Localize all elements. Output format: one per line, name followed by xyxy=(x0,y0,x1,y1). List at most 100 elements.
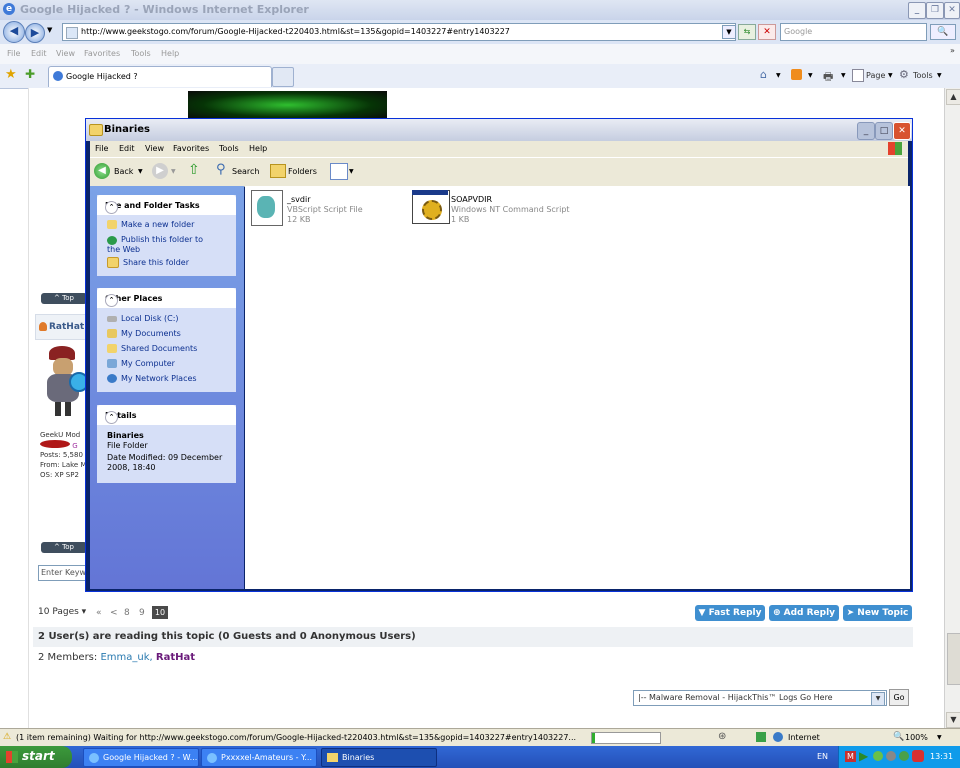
file-name-soapvdir[interactable]: SOAPVDIR xyxy=(451,195,492,204)
add-favorites-icon[interactable]: ✚ xyxy=(25,67,35,81)
tools-dropdown-icon[interactable]: ▼ xyxy=(937,72,942,79)
other-places-header[interactable]: Other Places ⌃ xyxy=(97,288,236,308)
history-dropdown-icon[interactable]: ▼ xyxy=(47,26,52,34)
back-icon[interactable]: ◀ xyxy=(3,21,25,43)
top-link[interactable]: ^ Top xyxy=(41,293,87,304)
task-binaries[interactable]: Binaries xyxy=(321,748,437,767)
file-name-svdir[interactable]: _svdir xyxy=(287,195,311,204)
home-dropdown-icon[interactable]: ▼ xyxy=(776,72,781,79)
explorer-menu-edit[interactable]: Edit xyxy=(119,144,135,153)
zoom-level[interactable]: 100% xyxy=(905,733,928,742)
forward-icon[interactable]: ▶ xyxy=(25,23,45,43)
menu-edit[interactable]: Edit xyxy=(31,49,47,58)
menu-tools[interactable]: Tools xyxy=(131,49,151,58)
page-prev[interactable]: < xyxy=(110,608,118,618)
menu-help[interactable]: Help xyxy=(161,49,179,58)
views-icon[interactable] xyxy=(330,163,348,180)
print-dropdown-icon[interactable]: ▼ xyxy=(841,72,846,79)
explorer-menu-file[interactable]: File xyxy=(95,144,108,153)
pages-dropdown[interactable]: 10 Pages ▾ xyxy=(38,607,86,617)
tray-status-icon[interactable] xyxy=(873,751,883,761)
feeds-icon[interactable] xyxy=(791,69,802,80)
tray-security-icon[interactable] xyxy=(899,751,909,761)
scroll-down-icon[interactable]: ▼ xyxy=(946,712,960,728)
new-tab-button[interactable] xyxy=(272,67,294,87)
home-icon[interactable]: ⌂ xyxy=(760,68,767,81)
tray-m-icon[interactable]: M xyxy=(845,751,856,762)
local-disk-link[interactable]: Local Disk (C:) xyxy=(107,314,179,323)
make-new-folder-link[interactable]: Make a new folder xyxy=(107,220,194,229)
member-rathat[interactable]: RatHat xyxy=(156,652,195,663)
explorer-menu-help[interactable]: Help xyxy=(249,144,267,153)
tray-play-icon[interactable]: ▶ xyxy=(859,749,868,763)
my-computer-link[interactable]: My Computer xyxy=(107,359,175,368)
menu-favorites[interactable]: Favorites xyxy=(84,49,120,58)
new-topic-button[interactable]: ➤ New Topic xyxy=(843,605,912,621)
menu-view[interactable]: View xyxy=(56,49,75,58)
zoom-dropdown-icon[interactable]: ▼ xyxy=(937,734,942,741)
address-bar[interactable]: http://www.geekstogo.com/forum/Google-Hi… xyxy=(62,23,736,41)
share-folder-link[interactable]: Share this folder xyxy=(107,257,189,268)
tray-antivirus-icon[interactable] xyxy=(912,750,924,762)
add-reply-button[interactable]: ⊕ Add Reply xyxy=(769,605,839,621)
task-google-hijacked[interactable]: Google Hijacked ? - W... xyxy=(83,748,199,767)
refresh-icon[interactable]: ⇆ xyxy=(738,24,756,40)
page-9[interactable]: 9 xyxy=(139,608,145,618)
scroll-up-icon[interactable]: ▲ xyxy=(946,89,960,105)
restore-button[interactable]: ❐ xyxy=(926,2,944,19)
search-go-icon[interactable]: 🔍 xyxy=(930,24,956,40)
chevron-right-icon[interactable]: » xyxy=(950,46,955,55)
language-indicator[interactable]: EN xyxy=(817,752,828,761)
member-emma[interactable]: Emma_uk, xyxy=(100,652,152,663)
page-8[interactable]: 8 xyxy=(124,608,130,618)
forward-dropdown-icon[interactable]: ▼ xyxy=(171,168,176,175)
collapse-chevron-icon[interactable]: ⌃ xyxy=(105,294,118,307)
back-dropdown-icon[interactable]: ▼ xyxy=(138,168,143,175)
page-scrollbar[interactable]: ▲ ▼ xyxy=(944,88,960,728)
scroll-thumb[interactable] xyxy=(947,633,960,685)
print-icon[interactable]: 🖶 xyxy=(823,68,833,87)
start-button[interactable]: start xyxy=(0,746,72,768)
tools-menu[interactable]: Tools xyxy=(913,71,933,80)
details-header[interactable]: Details ⌃ xyxy=(97,405,236,425)
page-menu[interactable]: Page xyxy=(866,71,885,80)
up-folder-icon[interactable]: ⇧ xyxy=(188,162,200,178)
explorer-menu-tools[interactable]: Tools xyxy=(219,144,239,153)
user-name[interactable]: RatHat xyxy=(49,322,84,332)
forward-arrow-icon[interactable]: ▶ xyxy=(152,163,168,179)
top-link-2[interactable]: ^ Top xyxy=(41,542,87,553)
close-button[interactable]: ✕ xyxy=(944,2,960,19)
address-dropdown-icon[interactable]: ▼ xyxy=(722,25,736,39)
task-yahoo[interactable]: Pxxxxel-Amateurs - Y... xyxy=(201,748,317,767)
tab-google-hijacked[interactable]: Google Hijacked ? xyxy=(48,66,272,87)
go-button[interactable]: Go xyxy=(889,689,909,706)
explorer-menu-view[interactable]: View xyxy=(145,144,164,153)
explorer-menu-favorites[interactable]: Favorites xyxy=(173,144,209,153)
vbscript-file-icon[interactable] xyxy=(251,190,283,226)
publish-folder-link[interactable]: Publish this folder to the Web xyxy=(107,235,217,255)
explorer-close-button[interactable]: ✕ xyxy=(893,122,911,140)
explorer-search-button[interactable]: Search xyxy=(232,167,259,176)
explorer-maximize-button[interactable]: □ xyxy=(875,122,893,140)
explorer-minimize-button[interactable]: _ xyxy=(857,122,875,140)
my-documents-link[interactable]: My Documents xyxy=(107,329,181,338)
page-first[interactable]: « xyxy=(96,608,102,618)
back-arrow-icon[interactable]: ◀ xyxy=(94,163,110,179)
minimize-button[interactable]: _ xyxy=(908,2,926,19)
shared-documents-link[interactable]: Shared Documents xyxy=(107,344,197,353)
command-script-icon[interactable] xyxy=(412,190,450,224)
tray-tool-icon[interactable] xyxy=(886,751,896,761)
stop-icon[interactable]: ✕ xyxy=(758,24,776,40)
page-dropdown-icon[interactable]: ▼ xyxy=(888,72,893,79)
views-dropdown-icon[interactable]: ▼ xyxy=(349,168,354,175)
file-folder-tasks-header[interactable]: File and Folder Tasks ⌃ xyxy=(97,195,236,215)
explorer-back-button[interactable]: Back xyxy=(114,167,133,176)
search-input[interactable]: Google xyxy=(780,23,927,41)
favorites-star-icon[interactable]: ★ xyxy=(5,67,17,82)
collapse-chevron-icon[interactable]: ⌃ xyxy=(105,201,118,214)
my-network-link[interactable]: My Network Places xyxy=(107,374,197,383)
explorer-folders-button[interactable]: Folders xyxy=(288,167,317,176)
feeds-dropdown-icon[interactable]: ▼ xyxy=(808,72,813,79)
fast-reply-button[interactable]: ▼ Fast Reply xyxy=(695,605,765,621)
menu-file[interactable]: File xyxy=(7,49,20,58)
